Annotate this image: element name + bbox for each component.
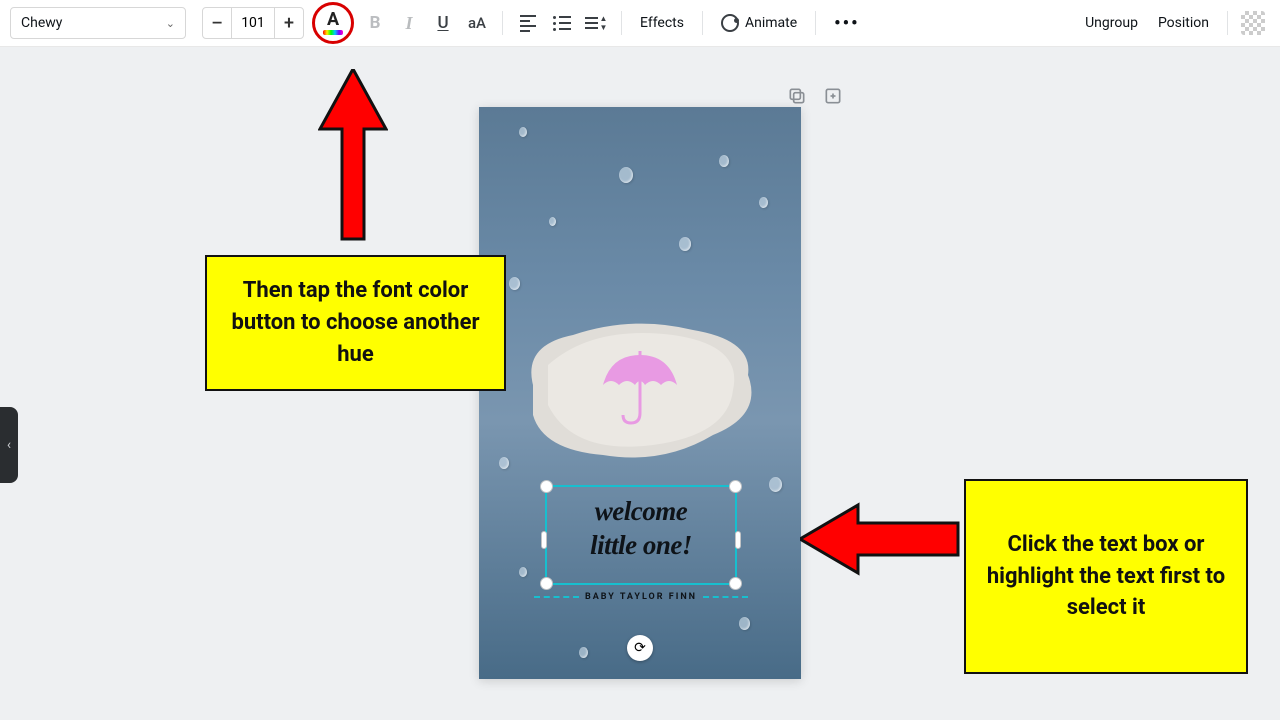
add-page-icon[interactable] — [822, 85, 844, 107]
decrease-size-button[interactable]: – — [203, 8, 231, 38]
resize-handle[interactable] — [729, 480, 742, 493]
annotation-callout-1: Then tap the font color button to choose… — [205, 255, 506, 391]
text-toolbar: Chewy ⌄ – 101 + A B I U aA ▲▼ Effect — [0, 0, 1280, 47]
annotation-callout-2: Click the text box or highlight the text… — [964, 479, 1248, 674]
duplicate-page-icon[interactable] — [786, 85, 808, 107]
baby-name-line[interactable]: BABY TAYLOR FINN — [534, 592, 748, 602]
transparency-icon — [1241, 11, 1265, 35]
font-color-a-icon: A — [327, 11, 339, 29]
alignment-button[interactable] — [511, 6, 545, 40]
ungroup-button[interactable]: Ungroup — [1075, 6, 1148, 40]
resize-handle[interactable] — [541, 531, 547, 549]
transparency-button[interactable] — [1236, 6, 1270, 40]
align-left-icon — [520, 15, 536, 32]
rainbow-strip-icon — [323, 30, 343, 35]
rotate-handle[interactable]: ⟳ — [627, 635, 653, 661]
divider — [621, 11, 622, 35]
underline-button[interactable]: U — [426, 6, 460, 40]
umbrella-icon — [597, 347, 683, 433]
divider — [702, 11, 703, 35]
font-color-button[interactable]: A — [318, 8, 348, 38]
font-color-button-wrap: A — [318, 8, 348, 38]
baby-name-text: BABY TAYLOR FINN — [585, 592, 697, 602]
divider — [815, 11, 816, 35]
canvas-area: ‹ welcome — [0, 47, 1280, 720]
bold-button[interactable]: B — [358, 6, 392, 40]
resize-handle[interactable] — [729, 577, 742, 590]
annotation-arrow-up — [318, 69, 388, 249]
more-button[interactable]: ••• — [824, 6, 869, 40]
design-canvas[interactable]: welcome little one! BABY TAYLOR FINN ⟳ ⊕ — [479, 107, 801, 679]
effects-button[interactable]: Effects — [630, 6, 694, 40]
dash-decoration — [534, 596, 579, 598]
animate-button[interactable]: Animate — [711, 6, 807, 40]
font-size-stepper: – 101 + — [202, 7, 304, 39]
line-spacing-icon: ▲▼ — [585, 15, 608, 32]
welcome-text[interactable]: welcome little one! — [547, 487, 735, 563]
text-selection-box[interactable]: welcome little one! — [545, 485, 737, 585]
divider — [1227, 11, 1228, 35]
resize-handle[interactable] — [540, 577, 553, 590]
chevron-down-icon: ⌄ — [166, 17, 175, 30]
position-button[interactable]: Position — [1148, 6, 1219, 40]
list-button[interactable] — [545, 6, 579, 40]
page-tools — [786, 85, 844, 107]
animate-icon — [721, 14, 739, 32]
italic-button[interactable]: I — [392, 6, 426, 40]
bullet-list-icon — [553, 16, 571, 31]
annotation-arrow-left — [800, 499, 960, 579]
side-drawer-tab[interactable]: ‹ — [0, 407, 18, 483]
divider — [502, 11, 503, 35]
font-family-selector[interactable]: Chewy ⌄ — [10, 7, 186, 39]
resize-handle[interactable] — [540, 480, 553, 493]
animate-label: Animate — [745, 15, 797, 31]
spacing-button[interactable]: ▲▼ — [579, 6, 613, 40]
welcome-line-1: welcome — [547, 495, 735, 529]
welcome-line-2: little one! — [547, 529, 735, 563]
font-size-value[interactable]: 101 — [231, 8, 275, 38]
font-name-label: Chewy — [21, 15, 62, 31]
dash-decoration — [703, 596, 748, 598]
increase-size-button[interactable]: + — [275, 8, 303, 38]
text-case-button[interactable]: aA — [460, 6, 494, 40]
resize-handle[interactable] — [735, 531, 741, 549]
